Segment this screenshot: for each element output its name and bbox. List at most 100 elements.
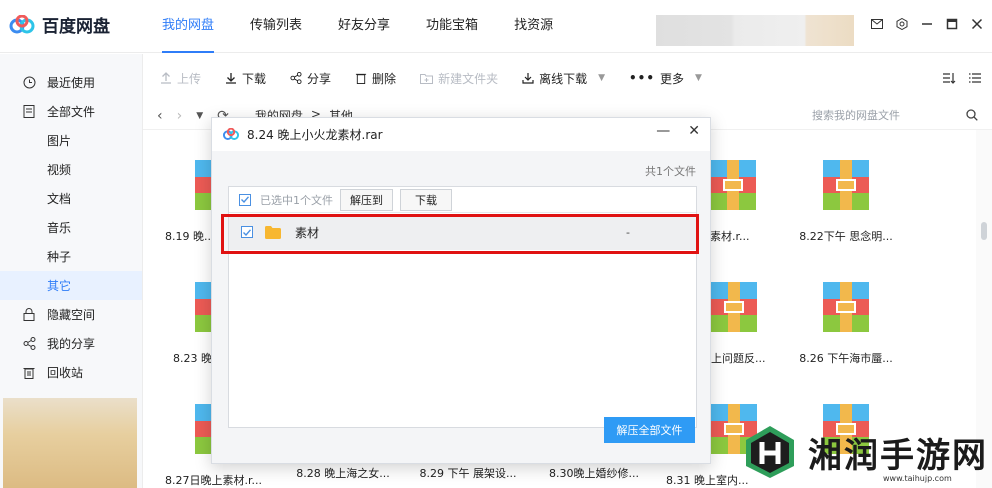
offline-download-label: 离线下载 bbox=[539, 71, 588, 86]
rar-file-icon bbox=[710, 160, 756, 210]
rar-file-icon bbox=[823, 160, 869, 210]
selected-count: 已选中1个文件 bbox=[260, 193, 333, 207]
minimize-icon[interactable]: — bbox=[656, 123, 670, 139]
clock-icon bbox=[22, 76, 36, 90]
share-button[interactable]: 分享 bbox=[290, 70, 331, 87]
file-name: 8.29 下午 展架设... bbox=[419, 467, 517, 480]
extract-all-button[interactable]: 解压全部文件 bbox=[604, 417, 695, 443]
sidebar-item-label: 隐藏空间 bbox=[47, 308, 96, 322]
list-view-icon[interactable] bbox=[968, 72, 982, 84]
download-icon bbox=[226, 73, 237, 84]
nav-friend-share[interactable]: 好友分享 bbox=[338, 0, 390, 53]
file-tile[interactable]: 上问题反... bbox=[711, 282, 791, 366]
watermark-text: 湘润手游网 bbox=[808, 435, 988, 476]
maximize-icon[interactable] bbox=[945, 17, 959, 31]
sidebar-item-recycle-bin[interactable]: 回收站 bbox=[0, 358, 142, 387]
sidebar-item-recent[interactable]: 最近使用 bbox=[0, 68, 142, 97]
mail-icon[interactable] bbox=[870, 17, 884, 31]
file-tile[interactable]: 8.26 下午海市蜃... bbox=[791, 282, 901, 366]
highlight-box bbox=[221, 214, 699, 254]
offline-download-button[interactable]: 离线下载 ▼ bbox=[522, 70, 605, 87]
baidu-cloud-logo-icon bbox=[222, 128, 240, 140]
settings-icon[interactable] bbox=[895, 17, 909, 31]
back-arrow-icon[interactable]: ‹ bbox=[157, 108, 163, 124]
share-icon bbox=[290, 72, 302, 84]
delete-button[interactable]: 删除 bbox=[355, 70, 396, 87]
file-count: 共1个文件 bbox=[645, 165, 696, 178]
history-dropdown-icon[interactable]: ▼ bbox=[196, 111, 203, 121]
more-button[interactable]: ••• 更多 ▼ bbox=[629, 70, 702, 87]
sort-icon[interactable] bbox=[942, 72, 956, 84]
file-name: 8.30晚上婚纱修... bbox=[549, 467, 639, 480]
delete-label: 删除 bbox=[372, 71, 397, 86]
app-logo-text: 百度网盘 bbox=[42, 17, 110, 37]
sidebar-item-label: 回收站 bbox=[47, 366, 84, 380]
file-name: 8.26 下午海市蜃... bbox=[799, 352, 893, 365]
search-input[interactable]: 搜索我的网盘文件 bbox=[798, 102, 978, 128]
trash-icon bbox=[355, 73, 367, 84]
select-all-checkbox[interactable] bbox=[239, 193, 251, 206]
sidebar-item-my-share[interactable]: 我的分享 bbox=[0, 329, 142, 358]
close-icon[interactable]: ✕ bbox=[688, 123, 700, 139]
sidebar-item-other[interactable]: 其它 bbox=[0, 271, 142, 300]
upload-icon bbox=[161, 72, 171, 84]
minimize-icon[interactable] bbox=[920, 17, 934, 31]
share-icon bbox=[22, 337, 36, 351]
file-tile[interactable]: 8.30晚上婚纱修... bbox=[539, 465, 649, 481]
view-controls bbox=[942, 72, 982, 84]
sidebar: 最近使用 全部文件 图片 视频 文档 音乐 种子 其它 隐藏空间 我的分享 回收… bbox=[0, 54, 143, 488]
file-name: 上问题反... bbox=[711, 352, 766, 365]
sidebar-item-images[interactable]: 图片 bbox=[0, 126, 142, 155]
dialog-window-controls: — ✕ bbox=[656, 123, 700, 139]
file-name: 8.28 晚上海之女... bbox=[296, 467, 390, 480]
file-name: 8.27日晚上素材.r... bbox=[165, 474, 262, 487]
archive-preview-dialog: 8.24 晚上小火龙素材.rar — ✕ 共1个文件 已选中1个文件 解压到 下… bbox=[211, 117, 711, 464]
close-icon[interactable] bbox=[970, 17, 984, 31]
scrollbar-thumb[interactable] bbox=[981, 222, 987, 240]
sidebar-item-music[interactable]: 音乐 bbox=[0, 213, 142, 242]
sidebar-blurred-banner bbox=[3, 398, 137, 488]
watermark: 湘润手游网 bbox=[742, 424, 988, 480]
download-button[interactable]: 下载 bbox=[400, 188, 452, 211]
sidebar-item-videos[interactable]: 视频 bbox=[0, 155, 142, 184]
search-icon[interactable] bbox=[966, 109, 978, 121]
sidebar-item-docs[interactable]: 文档 bbox=[0, 184, 142, 213]
download-button[interactable]: 下载 bbox=[225, 70, 266, 87]
sidebar-item-label: 最近使用 bbox=[47, 76, 96, 90]
forward-arrow-icon[interactable]: › bbox=[177, 108, 183, 124]
upload-label: 上传 bbox=[177, 71, 202, 86]
upload-button[interactable]: 上传 bbox=[160, 70, 201, 87]
app-logo: 百度网盘 bbox=[8, 12, 110, 37]
dialog-title: 8.24 晚上小火龙素材.rar bbox=[247, 128, 383, 142]
new-folder-icon bbox=[420, 73, 434, 84]
account-area-blurred[interactable] bbox=[656, 15, 854, 46]
nav-my-disk[interactable]: 我的网盘 bbox=[162, 0, 215, 53]
rar-file-icon bbox=[823, 282, 869, 332]
offline-download-icon bbox=[522, 73, 534, 84]
file-toolbar: 上传 下载 分享 删除 新建文件夹 离线下载 ▼ ••• 更多 ▼ bbox=[143, 54, 992, 102]
download-label: 下载 bbox=[242, 71, 267, 86]
top-bar: 百度网盘 我的网盘 传输列表 好友分享 功能宝箱 找资源 bbox=[0, 0, 992, 53]
nav-find-resources[interactable]: 找资源 bbox=[514, 0, 553, 53]
file-tile[interactable]: 8.28 晚上海之女... bbox=[288, 465, 398, 481]
share-label: 分享 bbox=[307, 71, 332, 86]
watermark-url: www.taihujp.com bbox=[883, 474, 952, 483]
dialog-header: 8.24 晚上小火龙素材.rar bbox=[212, 118, 710, 151]
nav-transfer-list[interactable]: 传输列表 bbox=[250, 0, 302, 53]
sidebar-item-label: 全部文件 bbox=[47, 105, 96, 119]
sidebar-item-hidden-space[interactable]: 隐藏空间 bbox=[0, 300, 142, 329]
file-tile[interactable]: 8.29 下午 展架设... bbox=[413, 465, 523, 481]
file-tile[interactable]: 8.22下午 思念明... bbox=[791, 160, 901, 244]
lock-icon bbox=[22, 308, 36, 322]
dialog-body: 共1个文件 已选中1个文件 解压到 下载 素材 - 解压全部文件 bbox=[212, 151, 710, 463]
sidebar-item-all-files[interactable]: 全部文件 bbox=[0, 97, 142, 126]
nav-toolbox[interactable]: 功能宝箱 bbox=[426, 0, 478, 53]
sidebar-item-label: 我的分享 bbox=[47, 337, 96, 351]
new-folder-label: 新建文件夹 bbox=[438, 71, 499, 86]
watermark-logo-icon bbox=[746, 426, 794, 478]
extract-to-button[interactable]: 解压到 bbox=[340, 188, 393, 211]
chevron-down-icon: ▼ bbox=[598, 73, 606, 83]
sidebar-item-torrents[interactable]: 种子 bbox=[0, 242, 142, 271]
new-folder-button[interactable]: 新建文件夹 bbox=[420, 70, 498, 87]
trash-icon bbox=[22, 366, 36, 380]
